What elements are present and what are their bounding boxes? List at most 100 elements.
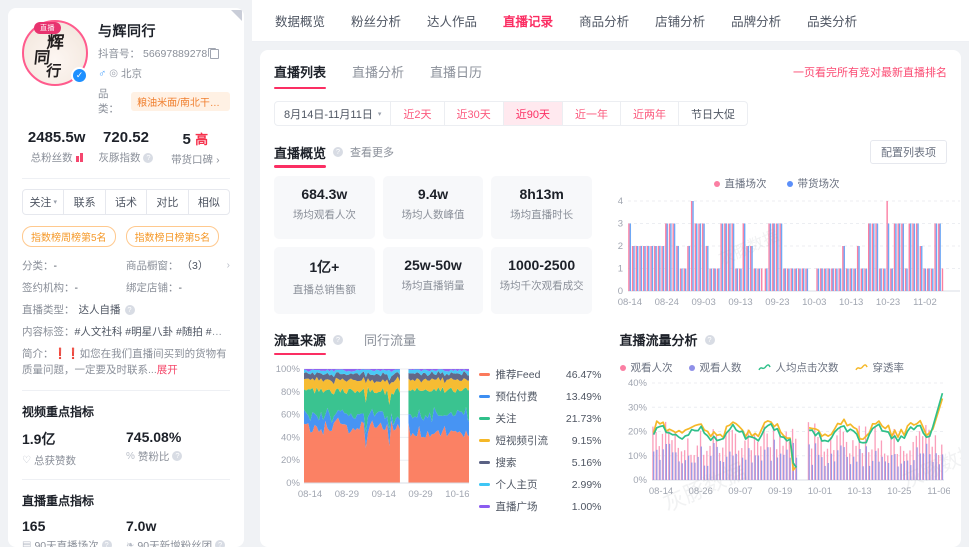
traffic-source-block: 流量来源 ? 同行流量 0%20%40%60%80%100%08-1408-29…: [274, 330, 602, 514]
svg-text:0: 0: [618, 286, 623, 297]
legend-item-sales-sessions[interactable]: 带货场次: [787, 176, 840, 191]
category-pill[interactable]: 粮油米面/南北干货/...: [131, 92, 230, 111]
svg-text:08-26: 08-26: [688, 486, 712, 497]
live-sessions-svg: 0123408-1408-2409-0309-1309-2310-0310-13…: [606, 191, 961, 311]
peer-traffic-tab[interactable]: 同行流量: [364, 330, 416, 349]
expand-link[interactable]: 展开: [157, 364, 178, 376]
live-metrics-row: 165 ▤ 90天直播场次 ? 7.0w ❧ 90天新增粉丝团 ?: [22, 518, 230, 547]
question-icon[interactable]: ?: [143, 153, 153, 163]
filter-pill-30d[interactable]: 近30天: [445, 102, 504, 125]
overview-more-link[interactable]: 查看更多: [350, 144, 394, 160]
question-icon[interactable]: ?: [705, 335, 715, 345]
source-legend-item[interactable]: 直播广场1.00%: [479, 499, 602, 514]
filter-pill-2d[interactable]: 近2天: [391, 102, 444, 125]
subtab-live-list[interactable]: 直播列表: [274, 62, 326, 89]
stat-reputation[interactable]: 5 高 带货口碑 ›: [161, 129, 230, 167]
legend-wave-icon: [855, 364, 868, 372]
analysis-legend-item[interactable]: 观看人次: [620, 360, 673, 375]
metric-live-sessions-label: ▤ 90天直播场次 ?: [22, 538, 126, 547]
analysis-legend-item[interactable]: 穿透率: [855, 360, 905, 375]
legend-percent: 5.16%: [560, 457, 602, 469]
profile-header: 辉 同 行 直播 ✓ 与辉同行 抖音号： 56697889278: [22, 20, 230, 116]
date-filter-group: 8月14日-11月11日▾ 近2天 近30天 近90天 近一年 近两年 节日大促: [274, 101, 748, 126]
question-icon[interactable]: ?: [333, 147, 343, 157]
stat-card-label: 场均千次观看成交: [495, 278, 588, 293]
similar-button[interactable]: 相似: [189, 190, 229, 214]
tab-live-records[interactable]: 直播记录: [490, 0, 566, 42]
tab-brand-analysis[interactable]: 品牌分析: [718, 0, 794, 42]
question-icon[interactable]: ?: [102, 540, 112, 547]
location-pin-icon: ◎: [109, 68, 118, 79]
legend-label: 预估付费: [496, 389, 554, 404]
source-legend-item[interactable]: 预估付费13.49%: [479, 389, 602, 404]
copy-icon[interactable]: [210, 49, 219, 59]
legend-dot: [787, 181, 793, 187]
script-button[interactable]: 话术: [106, 190, 147, 214]
source-legend-item[interactable]: 搜索5.16%: [479, 455, 602, 470]
rank-pill-weekly[interactable]: 指数榜周榜第5名: [22, 226, 116, 247]
traffic-analysis-block: 直播流量分析 ? 观看人次观看人数人均点击次数穿透率 0%10%20%30%40…: [620, 330, 948, 514]
stat-card-avg-duration: 8h13m 场均直播时长: [491, 176, 592, 239]
stat-card-label: 直播总销售额: [278, 282, 371, 297]
question-icon[interactable]: ?: [125, 305, 135, 315]
tab-product-analysis[interactable]: 商品分析: [566, 0, 642, 42]
profile-card: 辉 同 行 直播 ✓ 与辉同行 抖音号： 56697889278: [8, 8, 244, 547]
metric-like-fan-ratio: 745.08% % 赞粉比 ?: [126, 429, 230, 468]
info-category: 分类：-: [22, 258, 126, 273]
metric-live-sessions-value: 165: [22, 518, 126, 534]
source-legend-item[interactable]: 短视频引流9.15%: [479, 433, 602, 448]
analysis-legend: 观看人次 观看人数 人均点击次数 穿透率: [620, 360, 948, 375]
legend-item-live-sessions[interactable]: 直播场次: [714, 176, 767, 191]
follow-button[interactable]: 关注▾: [23, 190, 64, 214]
rank-pill-daily[interactable]: 指数榜日榜第5名: [126, 226, 220, 247]
svg-text:10-16: 10-16: [445, 489, 468, 500]
tab-creator-works[interactable]: 达人作品: [414, 0, 490, 42]
chevron-right-icon: ›: [227, 260, 230, 271]
question-icon[interactable]: ?: [172, 451, 182, 461]
date-range-picker[interactable]: 8月14日-11月11日▾: [275, 102, 391, 125]
tab-category-analysis[interactable]: 品类分析: [794, 0, 870, 42]
metric-new-fans-label: ❧ 90天新增粉丝团 ?: [126, 538, 230, 547]
info-agency: 签约机构：-: [22, 280, 126, 295]
stat-card-value: 25w-50w: [387, 257, 480, 273]
legend-label: 直播场次: [725, 176, 767, 191]
info-showcase[interactable]: 商品橱窗：（3） ›: [126, 258, 230, 273]
compare-button[interactable]: 对比: [147, 190, 188, 214]
avatar[interactable]: 辉 同 行 直播 ✓: [22, 20, 88, 86]
bars-icon: [76, 153, 83, 162]
tab-data-overview[interactable]: 数据概览: [262, 0, 338, 42]
source-legend-item[interactable]: 推荐Feed46.47%: [479, 367, 602, 382]
legend-color-swatch: [479, 395, 490, 398]
svg-text:10-23: 10-23: [876, 297, 900, 308]
stat-index-label: 灰豚指数 ?: [91, 150, 160, 165]
question-icon[interactable]: ?: [333, 335, 343, 345]
svg-text:30%: 30%: [627, 402, 647, 413]
legend-color-swatch: [479, 439, 490, 442]
filter-pill-2y[interactable]: 近两年: [621, 102, 679, 125]
tab-shop-analysis[interactable]: 店铺分析: [642, 0, 718, 42]
source-legend-item[interactable]: 关注21.73%: [479, 411, 602, 426]
subtab-live-analysis[interactable]: 直播分析: [352, 62, 404, 89]
svg-text:80%: 80%: [281, 387, 301, 398]
question-icon[interactable]: ?: [215, 540, 225, 547]
info-shop: 绑定店铺：-: [126, 280, 230, 295]
calendar-icon: ▤: [22, 540, 31, 547]
configure-columns-button[interactable]: 配置列表项: [870, 140, 947, 164]
svg-text:40%: 40%: [627, 378, 647, 389]
legend-label: 人均点击次数: [776, 360, 839, 375]
svg-text:10-13: 10-13: [839, 297, 863, 308]
tab-fan-analysis[interactable]: 粉丝分析: [338, 0, 414, 42]
stat-card-avg-peak: 9.4w 场均人数峰值: [383, 176, 484, 239]
filter-pill-1y[interactable]: 近一年: [563, 102, 621, 125]
promo-link[interactable]: 一页看完所有竞对最新直播排名: [793, 64, 947, 88]
svg-text:08-29: 08-29: [335, 489, 359, 500]
subtab-live-calendar[interactable]: 直播日历: [430, 62, 482, 89]
analysis-legend-item[interactable]: 观看人数: [689, 360, 742, 375]
collapse-handle-icon[interactable]: [224, 8, 244, 28]
contact-button[interactable]: 联系: [64, 190, 105, 214]
source-legend-item[interactable]: 个人主页2.99%: [479, 477, 602, 492]
heart-icon: ♡: [22, 455, 31, 466]
filter-pill-holiday[interactable]: 节日大促: [679, 102, 747, 125]
analysis-legend-item[interactable]: 人均点击次数: [758, 360, 839, 375]
filter-pill-90d[interactable]: 近90天: [504, 102, 563, 125]
